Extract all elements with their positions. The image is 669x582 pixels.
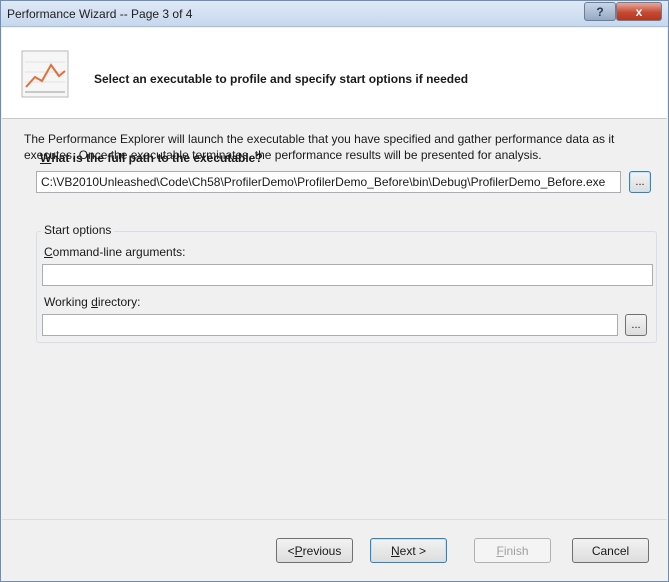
performance-wizard-window: Performance Wizard -- Page 3 of 4 ? x Se… [0, 0, 669, 582]
ellipsis-icon: ... [635, 176, 645, 188]
title-bar[interactable]: Performance Wizard -- Page 3 of 4 ? x [1, 1, 668, 27]
next-button[interactable]: Next > [370, 538, 447, 563]
help-button[interactable]: ? [584, 2, 616, 21]
start-options-group: Start options Command-line arguments: Wo… [36, 223, 657, 343]
executable-path-label: What is the full path to the executable? [40, 151, 263, 165]
executable-path-value: C:\VB2010Unleashed\Code\Ch58\ProfilerDem… [41, 175, 606, 189]
close-button[interactable]: x [616, 2, 662, 21]
wizard-header: Select an executable to profile and spec… [2, 28, 667, 119]
start-options-legend: Start options [41, 223, 115, 237]
ellipsis-icon: ... [631, 319, 641, 331]
finish-button[interactable]: Finish [474, 538, 551, 563]
performance-chart-icon [21, 50, 69, 98]
wizard-content: The Performance Explorer will launch the… [2, 119, 667, 519]
command-line-arguments-label: Command-line arguments: [44, 245, 186, 259]
window-title: Performance Wizard -- Page 3 of 4 [7, 7, 193, 21]
browse-working-directory-button[interactable]: ... [625, 314, 647, 336]
previous-button[interactable]: < Previous [276, 538, 353, 563]
wizard-footer: < Previous Next > Finish Cancel [2, 519, 667, 581]
working-directory-label: Working directory: [44, 295, 141, 309]
command-line-arguments-input[interactable] [42, 264, 653, 286]
cancel-button[interactable]: Cancel [572, 538, 649, 563]
close-icon: x [635, 4, 643, 19]
browse-executable-button[interactable]: ... [629, 171, 651, 193]
help-icon: ? [596, 4, 604, 19]
page-title: Select an executable to profile and spec… [94, 72, 469, 86]
executable-path-input[interactable]: C:\VB2010Unleashed\Code\Ch58\ProfilerDem… [36, 171, 621, 193]
working-directory-input[interactable] [42, 314, 618, 336]
